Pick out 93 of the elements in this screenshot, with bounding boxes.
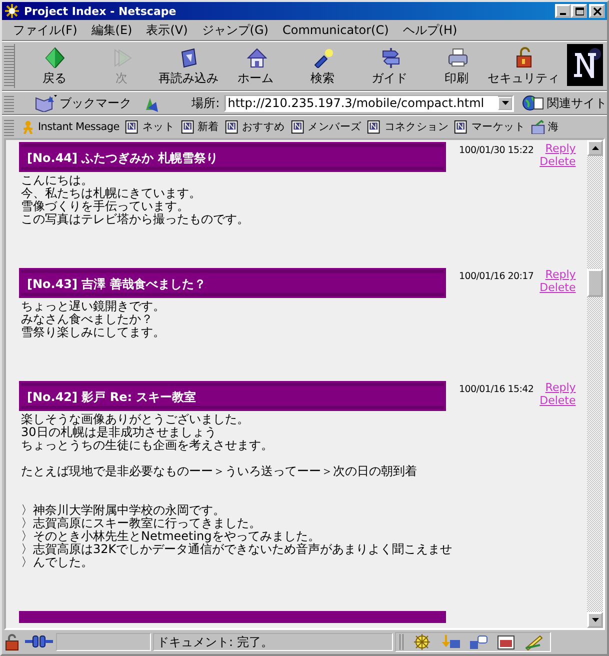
post-date: 100/01/16 20:17 (459, 271, 534, 284)
toolbar-grip[interactable] (4, 118, 14, 136)
body-line: ちょっと遅い鏡開きです。 (21, 300, 166, 313)
bookmark-button[interactable]: 新着 (178, 120, 222, 134)
page-icon (180, 120, 195, 134)
quoted-line: 〉志賀高原は32Kでしかデータ通信ができないため音声があまりよく聞こえませ (21, 543, 454, 556)
toolbar-button[interactable]: 検索 (289, 42, 356, 90)
toolbar-button[interactable]: 再読み込み (155, 42, 222, 90)
quoted-line: 〉神奈川大学附属中学校の永岡です。 (21, 504, 226, 517)
body-line: この写真はテレビ塔から撮ったものです。 (21, 213, 250, 226)
body-line: たとえば現地で是非必要なものーー＞ういろ送ってーー＞次の日の朝到着 (21, 465, 418, 478)
menu-item[interactable]: ジャンプ(G) (194, 22, 276, 38)
page-icon (367, 120, 382, 134)
post-date: 100/01/16 15:42 (459, 384, 534, 397)
location-label: 場所: (192, 94, 220, 112)
minimize-icon (560, 13, 566, 15)
body-line: 雪祭り楽しみにしてます。 (21, 326, 166, 339)
page-icon (454, 120, 468, 134)
quoted-line: 〉んでした。 (21, 556, 94, 569)
caret-icon (502, 101, 508, 105)
bookmark-button[interactable]: おすすめ (222, 120, 288, 134)
netscape-logo (567, 44, 603, 86)
down-arrow-icon (592, 618, 598, 622)
window-title: Project Index - Netscape (24, 4, 178, 18)
folder-icon (530, 120, 545, 134)
status-text: ドキュメント: 完了。 (153, 633, 393, 651)
toolbar-grip[interactable] (4, 94, 14, 112)
body-line: ちょっとうちの生徒にも企画を考えさせます。 (21, 439, 274, 452)
compass-icon[interactable] (412, 633, 432, 651)
bookmark-button[interactable]: コネクション (364, 120, 452, 134)
globe-pages-icon (522, 94, 544, 112)
bookmark-button[interactable]: 海 (528, 120, 562, 134)
bookmark-button[interactable]: マーケット (451, 120, 528, 134)
delete-link[interactable]: Delete (540, 155, 576, 168)
up-arrow-icon (592, 146, 598, 150)
menu-item[interactable]: ファイル(F) (6, 22, 84, 38)
reply-link[interactable]: Reply (545, 268, 576, 281)
close-button[interactable] (589, 4, 605, 18)
maximize-button[interactable] (571, 4, 587, 18)
app-icon (4, 3, 20, 19)
body-line: こんにちは。 (21, 174, 94, 187)
menu-item[interactable]: 編集(E) (84, 22, 140, 38)
maximize-icon (574, 6, 584, 16)
close-icon (592, 6, 602, 16)
location-field[interactable]: http://210.235.197.3/mobile/compact.html (224, 94, 514, 112)
scroll-thumb[interactable] (587, 269, 603, 297)
toolbar-button[interactable]: ガイド (356, 42, 423, 90)
printer-icon (446, 46, 468, 68)
body-line: 30日の札幌は是非成功させましょう (21, 426, 218, 439)
toolbar-button[interactable]: 戻る (21, 42, 88, 90)
dropdown-button[interactable] (498, 96, 512, 110)
menu-item[interactable]: ヘルプ(H) (396, 22, 464, 38)
quoted-line: 〉志賀高原にスキー教室に行ってきました。 (21, 517, 262, 530)
toolbar-grip[interactable] (4, 44, 15, 88)
post-title-bar: [No.42] 影戸 Re: スキー教室 (19, 381, 446, 411)
minimize-button[interactable] (555, 4, 571, 18)
page-icon (125, 120, 140, 134)
body-line: 今、私たちは札幌にきています。 (21, 187, 202, 200)
related-sites-button[interactable]: 関連サイト (522, 94, 607, 112)
page-icon (290, 120, 305, 134)
toolbar-button[interactable]: ホーム (222, 42, 289, 90)
bookmark-button[interactable]: Instant Message (18, 120, 122, 134)
menu-item[interactable]: Communicator(C) (275, 23, 396, 37)
back-icon (44, 46, 66, 68)
body-line: みなさん食べましたか？ (21, 313, 154, 326)
pen-icon[interactable] (524, 633, 544, 651)
page-icon (224, 120, 239, 134)
chat-bubble-icon[interactable] (468, 633, 488, 651)
delete-link[interactable]: Delete (540, 394, 576, 407)
address-card-icon[interactable] (496, 633, 516, 651)
post-date: 100/01/30 15:22 (459, 145, 534, 158)
inbox-icon[interactable] (440, 633, 460, 651)
scroll-down-button[interactable] (587, 612, 603, 628)
bookmark-book-icon (34, 94, 58, 112)
person-icon (21, 120, 35, 134)
home-icon (244, 46, 266, 68)
toolbar-button[interactable]: 印刷 (423, 42, 490, 90)
delete-link[interactable]: Delete (540, 281, 576, 294)
quoted-line: 〉そのとき小林先生とNetmeetingをやってみました。 (21, 530, 321, 543)
bookmark-button[interactable]: メンバーズ (288, 120, 364, 134)
post-title-bar: [No.44] ふたつぎみか 札幌雪祭り (19, 142, 446, 172)
bookmark-button[interactable]: ネット (122, 120, 178, 134)
grip-icon (398, 633, 404, 651)
bookmarks-button[interactable]: ブックマーク (34, 94, 132, 112)
reply-link[interactable]: Reply (545, 381, 576, 394)
reply-link[interactable]: Reply (545, 142, 576, 155)
body-line: 楽しそうな画像ありがとうございました。 (21, 413, 250, 426)
post-title-bar: [No.43] 吉澤 善哉食べました？ (19, 268, 446, 298)
menu-item[interactable]: 表示(V) (139, 22, 195, 38)
scroll-up-button[interactable] (587, 140, 603, 156)
body-line: 雪像づくりを手伝っています。 (21, 200, 190, 213)
toolbar-button[interactable]: セキュリティ (490, 42, 557, 90)
vertical-scrollbar[interactable] (587, 140, 603, 628)
